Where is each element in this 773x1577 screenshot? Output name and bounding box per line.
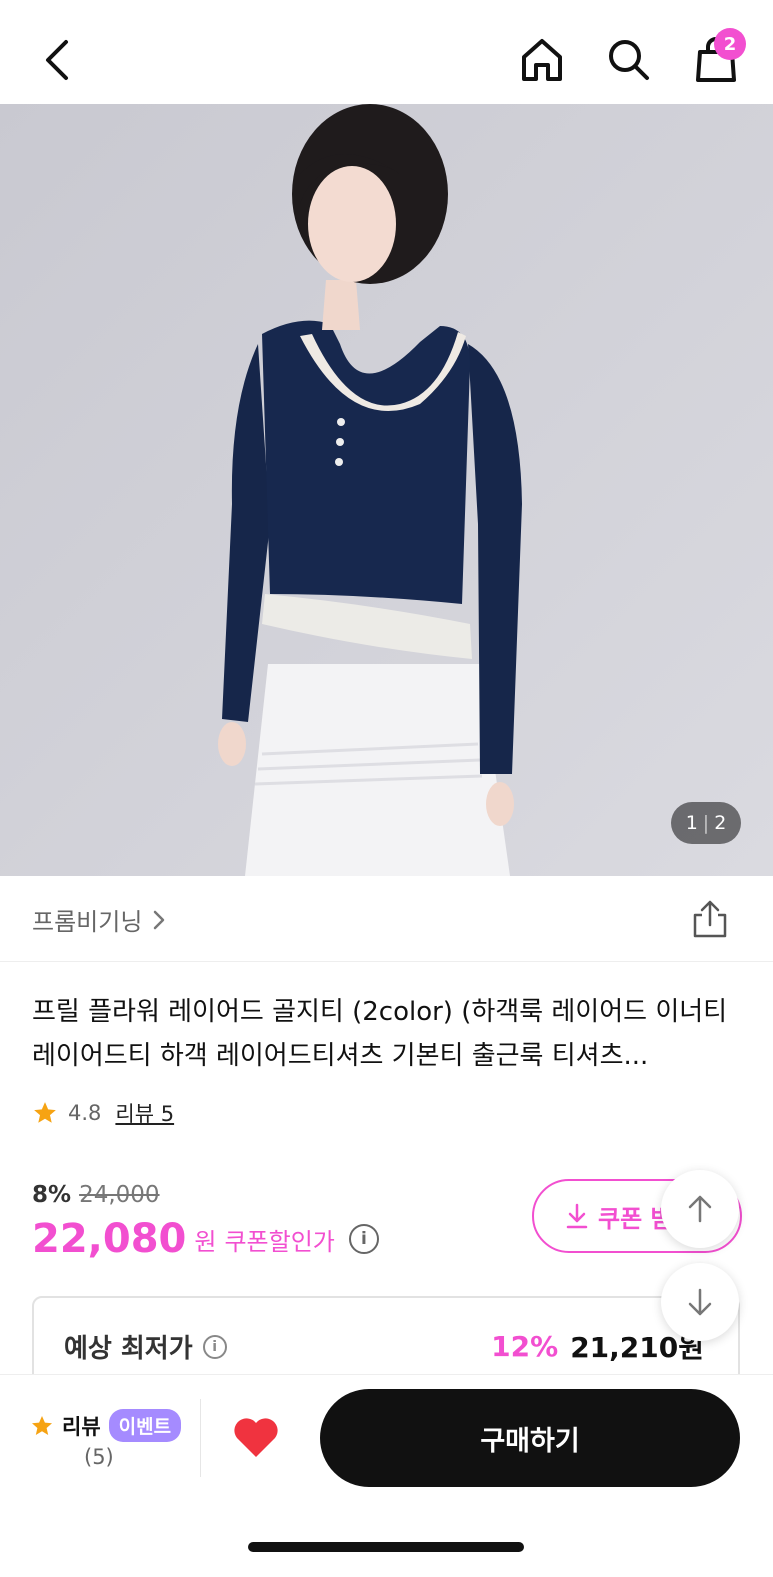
lowest-price-percent: 12% xyxy=(491,1329,559,1363)
divider xyxy=(200,1399,201,1477)
image-counter: 1 | 2 xyxy=(671,802,741,844)
arrow-up-icon xyxy=(688,1195,712,1223)
buy-button[interactable]: 구매하기 xyxy=(320,1389,740,1487)
heart-icon xyxy=(234,1418,278,1457)
original-price: 24,000 xyxy=(79,1182,160,1208)
info-icon[interactable]: i xyxy=(348,1224,379,1254)
image-counter-current: 1 xyxy=(685,812,698,834)
cart-count-badge: 2 xyxy=(714,28,746,60)
product-title: 프릴 플라워 레이어드 골지티 (2color) (하객룩 레이어드 이너티 레… xyxy=(32,997,728,1071)
search-button[interactable] xyxy=(601,32,657,88)
chevron-right-icon xyxy=(154,910,165,929)
lowest-price-label-row: 예상 최저가 i xyxy=(64,1328,227,1365)
brand-name: 프롬비기닝 xyxy=(32,908,143,936)
top-navigation-bar: 2 xyxy=(0,0,773,104)
coupon-price-label: 쿠폰할인가 xyxy=(224,1227,335,1256)
scroll-up-button[interactable] xyxy=(661,1170,739,1248)
brand-link[interactable]: 프롬비기닝 xyxy=(32,902,166,937)
search-icon xyxy=(609,40,649,80)
arrow-down-icon xyxy=(688,1288,712,1316)
chevron-left-icon xyxy=(46,40,68,80)
bottom-review-label: 리뷰 xyxy=(62,1414,101,1439)
image-counter-separator: | xyxy=(702,812,710,834)
review-link[interactable]: 리뷰 5 xyxy=(115,1098,174,1128)
lowest-price-values: 12% 21,210원 xyxy=(491,1326,704,1366)
brand-row: 프롬비기닝 xyxy=(0,876,773,962)
lowest-price-label: 예상 최저가 xyxy=(64,1334,193,1364)
download-icon xyxy=(566,1203,588,1229)
share-button[interactable] xyxy=(687,896,733,942)
home-icon xyxy=(522,39,562,81)
rating-row: 4.8 리뷰 5 xyxy=(32,1098,174,1128)
event-badge: 이벤트 xyxy=(108,1409,182,1442)
bottom-review-button[interactable]: 리뷰 이벤트 xyxy=(30,1409,182,1442)
discount-row: 8% 24,000 xyxy=(32,1182,160,1208)
scroll-down-button[interactable] xyxy=(661,1263,739,1341)
star-icon xyxy=(34,1102,56,1123)
product-photo-illustration xyxy=(0,104,773,876)
discount-percent: 8% xyxy=(32,1182,72,1208)
star-icon xyxy=(32,1415,52,1435)
info-icon[interactable]: i xyxy=(202,1334,227,1359)
rating-score: 4.8 xyxy=(68,1101,102,1125)
sale-price-row: 22,080 원 쿠폰할인가 i xyxy=(32,1216,379,1262)
home-indicator xyxy=(248,1542,524,1552)
wishlist-button[interactable] xyxy=(232,1415,288,1465)
image-counter-total: 2 xyxy=(714,812,727,834)
home-button[interactable] xyxy=(514,32,570,88)
currency-label: 원 xyxy=(194,1227,217,1256)
share-icon xyxy=(693,900,727,938)
sale-price: 22,080 xyxy=(32,1216,187,1262)
back-button[interactable] xyxy=(28,30,84,90)
bottom-review-count: (5) xyxy=(84,1445,114,1469)
product-image[interactable]: 1 | 2 xyxy=(0,104,773,876)
